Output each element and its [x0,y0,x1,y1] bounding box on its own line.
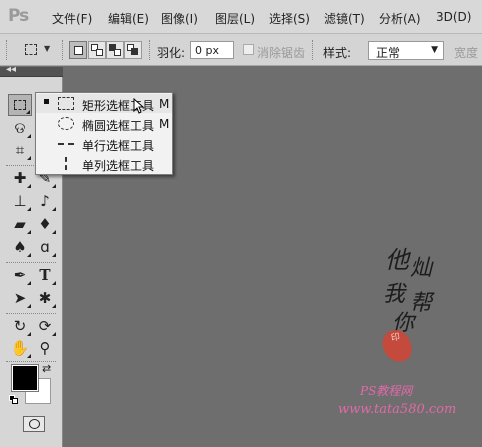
style-select-value: 正常 [376,46,401,60]
path-selection-tool[interactable]: ➤ [8,287,32,309]
mouse-cursor-icon [133,98,145,114]
menu-3d[interactable]: 3D(D) [436,10,471,24]
lasso-tool[interactable]: ଡ [8,117,32,139]
magnifier-icon: ⚲ [39,339,51,357]
add-to-selection-button[interactable] [88,41,106,59]
intersect-selection-button[interactable] [124,41,142,59]
menu-layer[interactable]: 图层(L) [215,10,255,27]
options-separator [149,40,151,60]
paint-bucket-tool[interactable]: ♦ [33,213,57,235]
watermark-char: 他 [385,246,409,274]
eraser-tool[interactable]: ▰ [8,213,32,235]
3d-orbit-tool[interactable]: ⟳ [33,315,57,337]
menu-select[interactable]: 选择(S) [269,10,310,27]
menu-bar: Ps 文件(F) 编辑(E) 图像(I) 图层(L) 选择(S) 滤镜(T) 分… [0,0,482,34]
ellipse-marquee-icon [58,117,74,130]
feather-label: 羽化: [157,46,186,60]
crop-tool[interactable]: ⌗ [8,139,32,161]
dropdown-arrow-icon: ▼ [44,44,51,53]
watermark-site: www.tata580.com [338,402,457,417]
menu-image[interactable]: 图像(I) [161,10,198,27]
flyout-item-single-column-marquee[interactable]: 单列选框工具 [36,154,172,173]
swap-colors-icon[interactable]: ⇄ [42,362,51,375]
clone-stamp-tool[interactable]: ⊥ [8,190,32,212]
quick-mask-button[interactable] [23,416,45,432]
seal-stamp-glyph: 印 [390,332,401,344]
rect-marquee-icon [58,97,74,110]
menu-edit[interactable]: 编辑(E) [108,10,149,27]
custom-shape-tool[interactable]: ✱ [33,287,57,309]
style-select[interactable]: 正常 ▼ [368,41,444,60]
hand-tool[interactable]: ✋ [8,337,32,359]
pen-tool[interactable]: ✒ [8,264,32,286]
antialias-checkbox[interactable] [243,44,254,55]
single-row-marquee-icon [58,143,74,145]
rect-marquee-tool[interactable] [8,94,32,116]
blur-tool[interactable]: ♠ [8,236,32,258]
menu-filter[interactable]: 滤镜(T) [324,10,365,27]
tool-preset-picker[interactable]: ▼ [20,40,56,60]
dodge-tool[interactable]: ɑ [33,236,57,258]
watermark-char: 灿 [410,256,433,281]
spot-healing-tool[interactable]: ✚ [8,167,32,189]
watermark-ps-text: PS教程网 [360,384,413,398]
new-selection-button[interactable] [69,41,87,59]
default-colors-icon[interactable] [9,395,18,404]
3d-rotate-tool[interactable]: ↻ [8,315,32,337]
quick-mask-icon [29,419,40,429]
rect-marquee-icon [14,100,26,110]
foreground-color-swatch[interactable] [11,364,39,392]
options-separator [312,40,314,60]
menu-file[interactable]: 文件(F) [52,10,92,27]
subtract-selection-button[interactable] [106,41,124,59]
flyout-item-ellipse-marquee[interactable]: 椭圆选框工具 M [36,114,172,133]
rect-marquee-icon [25,44,37,55]
active-tool-bullet-icon [44,99,49,104]
photoshop-logo: Ps [8,6,29,26]
tools-panel-header[interactable]: ◂◂ [0,64,63,77]
options-bar-grip[interactable] [6,40,8,60]
zoom-tool[interactable]: ⚲ [33,337,57,359]
antialias-label: 消除锯齿 [257,46,306,60]
new-selection-icon [74,46,83,55]
tool-flyout-indicator [26,110,30,114]
width-label: 宽度 [454,46,479,60]
collapse-icon[interactable]: ◂◂ [6,64,16,75]
single-column-marquee-icon [65,157,67,170]
type-tool[interactable]: T [33,264,57,286]
flyout-item-single-row-marquee[interactable]: 单行选框工具 [36,134,172,153]
marquee-flyout-menu: 矩形选框工具 M 椭圆选框工具 M 单行选框工具 单列选框工具 [35,92,173,175]
dropdown-arrow-icon: ▼ [431,45,438,55]
flyout-item-rect-marquee[interactable]: 矩形选框工具 M [36,94,172,113]
watermark-char: 我 [383,282,406,307]
options-separator [62,40,64,60]
menu-analysis[interactable]: 分析(A) [379,10,421,27]
style-label: 样式: [323,46,352,60]
seal-stamp: 印 [380,327,414,365]
feather-input[interactable] [190,41,234,59]
history-brush-tool[interactable]: ♪ [33,190,57,212]
